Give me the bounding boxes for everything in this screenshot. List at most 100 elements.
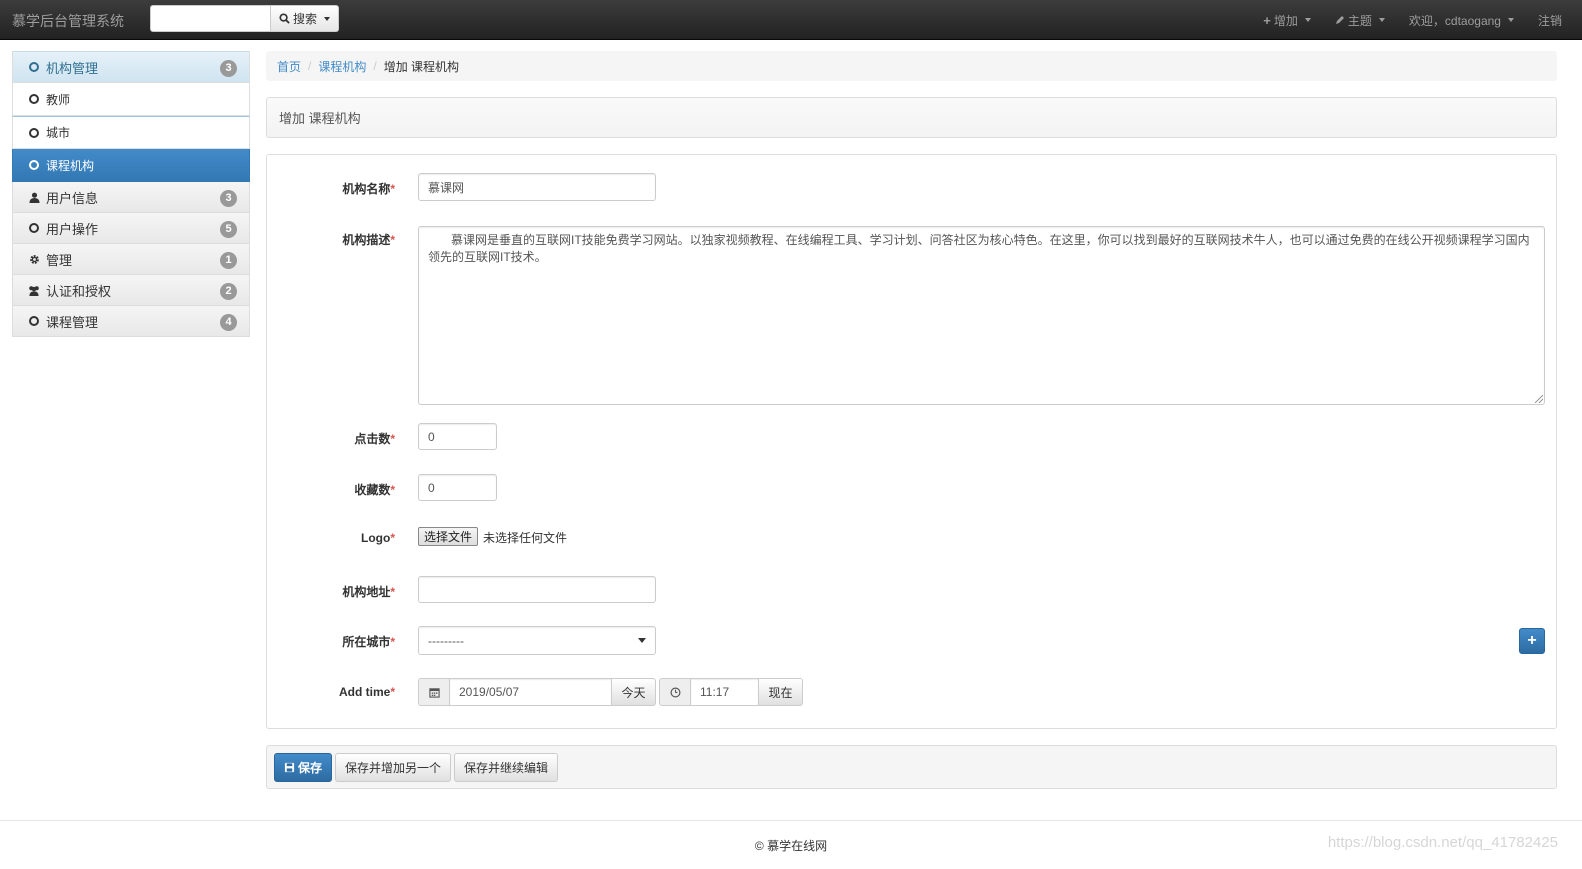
users-icon (27, 285, 41, 296)
add-city-button[interactable]: + (1519, 628, 1545, 654)
sidebar-item-label: 用户信息 (46, 190, 99, 206)
sidebar-item-city[interactable]: 城市 (12, 116, 250, 149)
resize-handle-icon[interactable] (1535, 395, 1543, 403)
sidebar-item-teacher[interactable]: 教师 (12, 83, 250, 116)
click-count-label: 点击数* (354, 432, 395, 446)
user-menu[interactable]: 欢迎，cdtaogang (1397, 12, 1526, 29)
sidebar-item-course-management[interactable]: 课程管理 4 (12, 306, 250, 337)
today-button[interactable]: 今天 (611, 678, 656, 706)
circle-icon (27, 127, 41, 138)
save-button[interactable]: 保存 (274, 753, 332, 782)
submit-bar: 保存 保存并增加另一个 保存并继续编辑 (266, 745, 1557, 789)
top-navbar: 慕学后台管理系统 搜索 + 增加 主题 欢迎，cdtaogang 注销 (0, 0, 1582, 40)
city-select-value: --------- (428, 633, 464, 648)
theme-menu[interactable]: 主题 (1323, 12, 1397, 29)
org-desc-text: 慕课网是垂直的互联网IT技能免费学习网站。以独家视频教程、在线编程工具、学习计划… (428, 233, 1530, 264)
count-badge: 2 (220, 283, 237, 300)
add-menu-label: 增加 (1273, 13, 1298, 28)
sidebar-item-label: 城市 (46, 126, 71, 140)
name-label: 机构名称* (342, 182, 395, 196)
sidebar-item-label: 用户操作 (46, 221, 99, 237)
sidebar-item-user-operation[interactable]: 用户操作 5 (12, 213, 250, 244)
page-title: 增加 课程机构 (266, 97, 1557, 138)
circle-icon (27, 160, 41, 170)
sidebar-item-org-management[interactable]: 机构管理 3 (12, 51, 250, 83)
pencil-icon (1335, 16, 1344, 24)
search-button[interactable]: 搜索 (271, 5, 339, 32)
logo-label: Logo* (361, 531, 395, 545)
chevron-down-icon (1507, 18, 1514, 22)
city-label: 所在城市* (342, 635, 395, 649)
sidebar-item-label: 机构管理 (46, 60, 99, 76)
sidebar-item-label: 教师 (46, 92, 71, 107)
logout-label: 注销 (1537, 13, 1562, 28)
chevron-down-icon (324, 16, 330, 21)
chevron-down-icon (1304, 18, 1311, 22)
floppy-disk-icon (284, 762, 295, 773)
save-continue-button[interactable]: 保存并继续编辑 (454, 753, 558, 782)
time-field[interactable]: 11:17 (690, 678, 759, 706)
count-badge: 3 (220, 190, 237, 207)
clock-icon (659, 678, 691, 706)
add-menu[interactable]: + 增加 (1251, 12, 1323, 29)
circle-icon (27, 62, 41, 72)
plus-icon: + (1263, 12, 1271, 28)
sidebar-item-label: 课程机构 (46, 158, 95, 173)
watermark: https://blog.csdn.net/qq_41782425 (1327, 834, 1558, 851)
sidebar-item-auth[interactable]: 认证和授权 2 (12, 275, 250, 306)
org-name-field[interactable]: 慕课网 (418, 173, 656, 201)
breadcrumb-home[interactable]: 首页 (277, 58, 301, 75)
save-button-label: 保存 (297, 761, 322, 775)
sidebar-item-admin[interactable]: 管理 1 (12, 244, 250, 275)
plus-icon: + (1527, 632, 1537, 649)
addtime-label: Add time* (338, 685, 395, 699)
address-field[interactable] (418, 576, 656, 603)
breadcrumb-separator: / (373, 59, 377, 73)
user-icon (27, 192, 41, 203)
gear-icon (27, 254, 41, 265)
count-badge: 3 (220, 60, 237, 77)
address-label: 机构地址* (342, 585, 395, 599)
sidebar-item-label: 管理 (46, 252, 73, 268)
count-badge: 5 (220, 221, 237, 238)
circle-icon (27, 223, 41, 233)
user-menu-label: 欢迎，cdtaogang (1408, 13, 1501, 28)
form-panel: 机构名称* 慕课网 机构描述* 慕课网是垂直的互联网IT技能免费学习网站。以独家… (266, 154, 1557, 729)
fav-count-label: 收藏数* (354, 483, 395, 497)
calendar-icon (418, 678, 450, 706)
date-field[interactable]: 2019/05/07 (449, 678, 612, 706)
nav-right: + 增加 主题 欢迎，cdtaogang 注销 (1251, 0, 1582, 40)
breadcrumb-course-org[interactable]: 课程机构 (318, 58, 366, 75)
chevron-down-icon (1378, 18, 1385, 22)
sidebar-item-label: 认证和授权 (46, 283, 112, 299)
logout-link[interactable]: 注销 (1526, 12, 1582, 29)
breadcrumb-current: 增加 课程机构 (383, 59, 460, 74)
save-add-another-button[interactable]: 保存并增加另一个 (335, 753, 451, 782)
count-badge: 1 (220, 252, 237, 269)
breadcrumb-separator: / (308, 59, 312, 73)
circle-icon (27, 94, 41, 104)
search-button-label: 搜索 (292, 12, 317, 26)
sidebar-item-course-org[interactable]: 课程机构 (12, 149, 250, 182)
city-select[interactable]: --------- (418, 626, 656, 655)
sidebar-item-label: 课程管理 (46, 314, 99, 330)
fav-count-field[interactable]: 0 (418, 474, 497, 501)
now-button[interactable]: 现在 (758, 678, 803, 706)
sidebar-item-user-info[interactable]: 用户信息 3 (12, 182, 250, 213)
desc-label: 机构描述* (342, 233, 395, 247)
org-desc-textarea[interactable]: 慕课网是垂直的互联网IT技能免费学习网站。以独家视频教程、在线编程工具、学习计划… (418, 226, 1545, 405)
choose-file-button[interactable]: 选择文件 (418, 527, 479, 546)
count-badge: 4 (220, 314, 237, 331)
breadcrumb: 首页 / 课程机构 / 增加 课程机构 (266, 51, 1557, 81)
search-icon (279, 13, 290, 24)
brand-title[interactable]: 慕学后台管理系统 (12, 11, 124, 31)
search-group: 搜索 (150, 5, 339, 32)
file-status-text: 未选择任何文件 (483, 531, 568, 545)
click-count-field[interactable]: 0 (418, 423, 497, 450)
circle-icon (27, 316, 41, 326)
search-input[interactable] (150, 5, 271, 32)
theme-menu-label: 主题 (1347, 13, 1372, 28)
footer-divider (0, 820, 1582, 821)
chevron-down-icon (638, 638, 646, 643)
sidebar: 机构管理 3 教师 城市 课程机构 用户信息 3 用户操作 5 管理 1 认证和… (12, 51, 250, 337)
